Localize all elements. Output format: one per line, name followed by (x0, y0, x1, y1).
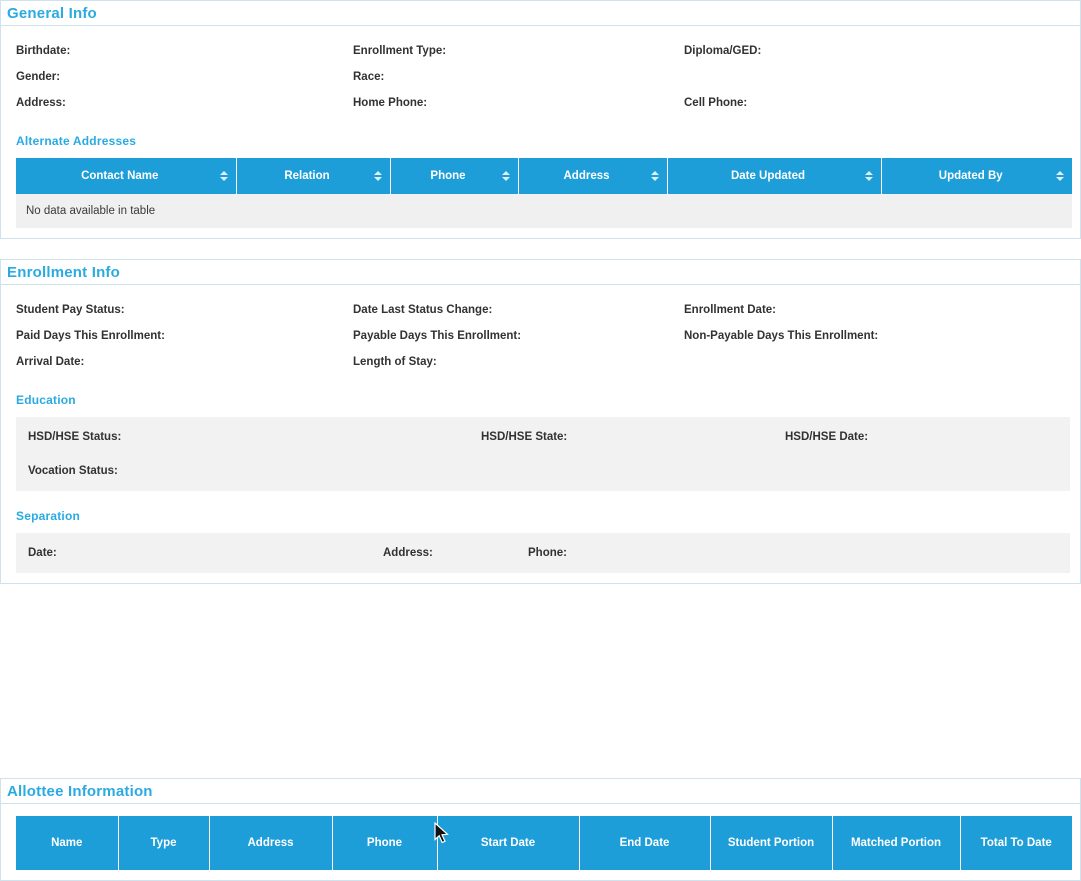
sort-icon (373, 171, 382, 181)
field-paid-days: Paid Days This Enrollment: (16, 330, 165, 342)
field-empty (684, 349, 1070, 375)
field-length-of-stay: Length of Stay: (353, 356, 437, 368)
field-race: Race: (353, 71, 385, 83)
alternate-addresses-title: Alternate Addresses (16, 134, 137, 148)
allottee-header-row: Name Type Address Phone Start Date End D… (16, 816, 1072, 870)
field-hsd-status: HSD/HSE Status: (28, 431, 122, 443)
field-payable-days: Payable Days This Enrollment: (353, 330, 522, 342)
field-home-phone: Home Phone: (353, 97, 428, 109)
education-row-1: HSD/HSE Status: HSD/HSE State: HSD/HSE D… (28, 420, 1070, 454)
allottee-information-body: Name Type Address Phone Start Date End D… (1, 804, 1080, 880)
col-header-phone[interactable]: Phone (332, 816, 438, 870)
general-info-section: General Info Birthdate: Enrollment Type:… (0, 0, 1081, 239)
enrollment-info-fields: Student Pay Status: Date Last Status Cha… (16, 297, 1070, 375)
field-non-payable-days: Non-Payable Days This Enrollment: (684, 330, 879, 342)
field-enrollment-date: Enrollment Date: (684, 304, 777, 316)
col-header-date-updated[interactable]: Date Updated (667, 158, 882, 194)
col-header-student-portion[interactable]: Student Portion (710, 816, 833, 870)
col-header-start-date[interactable]: Start Date (437, 816, 580, 870)
field-vocation-status: Vocation Status: (28, 465, 118, 477)
field-separation-address: Address: (383, 547, 433, 559)
col-header-relation[interactable]: Relation (236, 158, 391, 194)
col-header-end-date[interactable]: End Date (579, 816, 711, 870)
education-title: Education (16, 393, 76, 407)
separation-row: Date: Address: Phone: (28, 536, 1070, 570)
field-arrival-date: Arrival Date: (16, 356, 85, 368)
field-empty (785, 454, 1070, 488)
enrollment-info-body: Student Pay Status: Date Last Status Cha… (1, 285, 1080, 583)
col-header-type[interactable]: Type (118, 816, 210, 870)
field-hsd-state: HSD/HSE State: (481, 431, 568, 443)
field-hsd-date: HSD/HSE Date: (785, 431, 869, 443)
separation-block: Date: Address: Phone: (16, 533, 1070, 573)
field-empty (684, 64, 1070, 90)
field-address: Address: (16, 97, 66, 109)
general-info-fields: Birthdate: Enrollment Type: Diploma/GED:… (16, 38, 1070, 116)
field-diploma-ged: Diploma/GED: (684, 45, 762, 57)
sort-icon (219, 171, 228, 181)
education-row-2: Vocation Status: (28, 454, 1070, 488)
general-info-body: Birthdate: Enrollment Type: Diploma/GED:… (1, 26, 1080, 238)
col-header-address[interactable]: Address (518, 158, 668, 194)
allottee-table: Name Type Address Phone Start Date End D… (16, 816, 1072, 870)
col-header-total-to-date[interactable]: Total To Date (960, 816, 1072, 870)
no-data-message: No data available in table (16, 194, 1072, 228)
allottee-information-section: Allottee Information Name Type Address P… (0, 778, 1081, 881)
alternate-addresses-header-row: Contact Name Relation Phone Address Date… (16, 158, 1072, 194)
general-info-title: General Info (1, 1, 1080, 26)
field-cell-phone: Cell Phone: (684, 97, 748, 109)
alternate-addresses-table: Contact Name Relation Phone Address Date… (16, 158, 1072, 228)
empty-table-row: No data available in table (16, 194, 1072, 228)
enrollment-info-section: Enrollment Info Student Pay Status: Date… (0, 259, 1081, 584)
separation-title: Separation (16, 509, 81, 523)
col-header-name[interactable]: Name (16, 816, 119, 870)
field-separation-phone: Phone: (528, 547, 567, 559)
enrollment-info-title: Enrollment Info (1, 260, 1080, 285)
allottee-information-title: Allottee Information (1, 779, 1080, 804)
field-empty (481, 454, 785, 488)
field-birthdate: Birthdate: (16, 45, 71, 57)
field-date-last-status-change: Date Last Status Change: (353, 304, 493, 316)
field-separation-date: Date: (28, 547, 57, 559)
field-gender: Gender: (16, 71, 61, 83)
field-enrollment-type: Enrollment Type: (353, 45, 447, 57)
sort-icon (501, 171, 510, 181)
education-block: HSD/HSE Status: HSD/HSE State: HSD/HSE D… (16, 417, 1070, 491)
sort-icon (650, 171, 659, 181)
col-header-phone[interactable]: Phone (390, 158, 519, 194)
sort-icon (1056, 171, 1064, 181)
large-gap (0, 584, 1081, 778)
col-header-contact-name[interactable]: Contact Name (16, 158, 237, 194)
col-header-updated-by[interactable]: Updated By (881, 158, 1072, 194)
sort-icon (864, 171, 873, 181)
field-student-pay-status: Student Pay Status: (16, 304, 125, 316)
col-header-matched-portion[interactable]: Matched Portion (832, 816, 961, 870)
col-header-address[interactable]: Address (209, 816, 333, 870)
